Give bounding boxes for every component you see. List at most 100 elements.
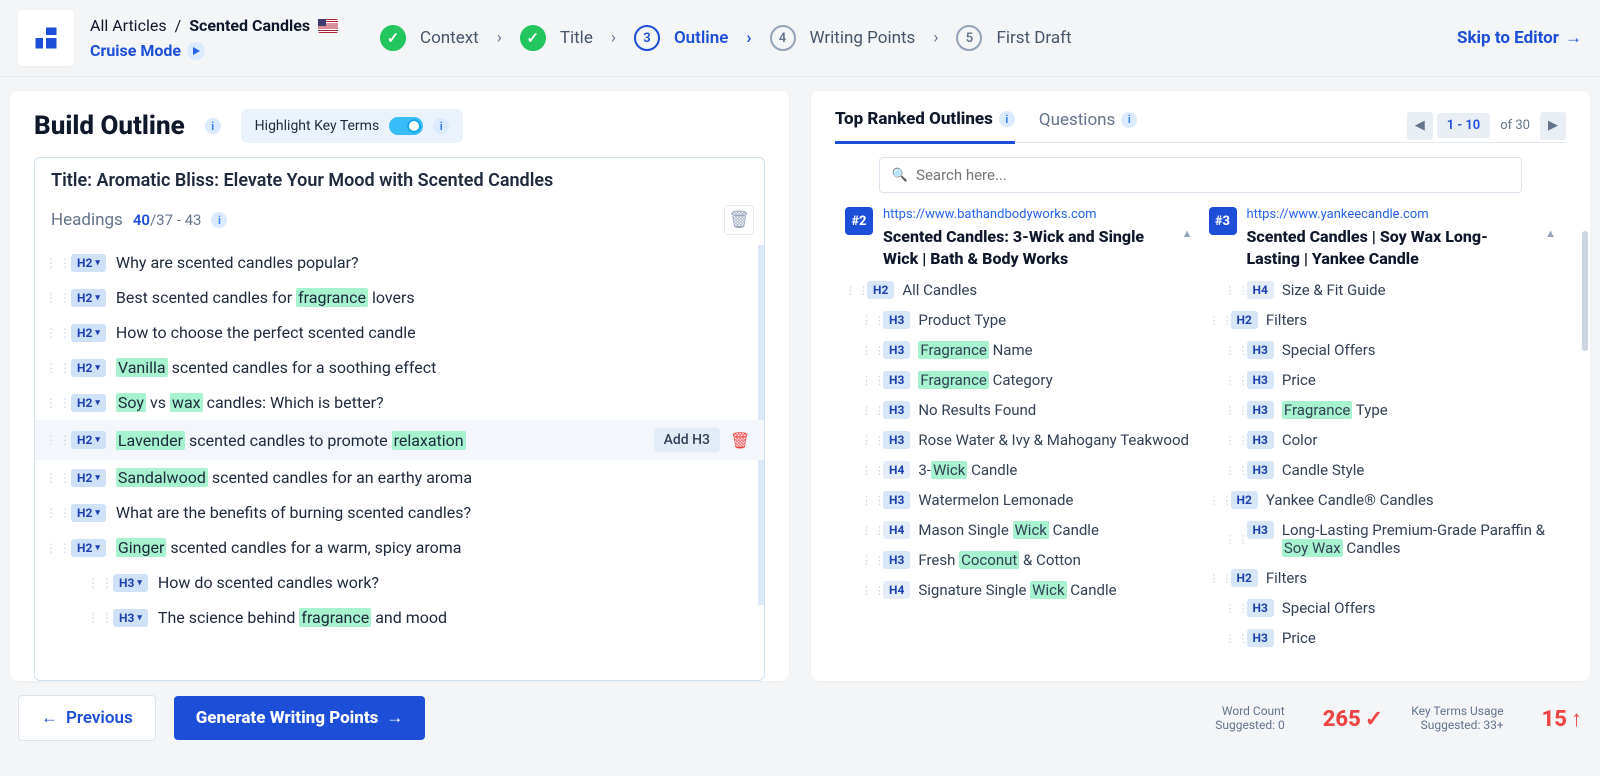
info-icon[interactable]: i <box>205 118 221 134</box>
search-input[interactable] <box>916 166 1509 184</box>
competitor-heading-row[interactable]: ⋮⋮H3Long-Lasting Premium-Grade Paraffin … <box>1209 519 1557 559</box>
delete-all-button[interactable]: 🗑 <box>724 205 754 235</box>
competitor-heading-row[interactable]: ⋮⋮H3Fresh Coconut & Cotton <box>845 549 1193 571</box>
heading-level-dropdown[interactable]: H2 ▾ <box>71 504 106 522</box>
drag-handle-icon[interactable]: ⋮⋮ <box>845 284 859 297</box>
drag-handle-icon[interactable]: ⋮⋮ <box>1225 632 1239 645</box>
drag-handle-icon[interactable]: ⋮⋮ <box>861 404 875 417</box>
competitor-heading-row[interactable]: ⋮⋮H3Price <box>1209 627 1557 649</box>
generate-writing-points-button[interactable]: Generate Writing Points → <box>174 696 426 740</box>
pager-prev-button[interactable]: ◀ <box>1407 112 1433 140</box>
heading-text[interactable]: Why are scented candles popular? <box>116 253 748 272</box>
outline-row[interactable]: ⋮⋮ H3 ▾ The science behind fragrance and m… <box>35 600 764 635</box>
drag-handle-icon[interactable]: ⋮⋮ <box>45 506 61 520</box>
competitor-heading-row[interactable]: ⋮⋮H3Fragrance Name <box>845 339 1193 361</box>
drag-handle-icon[interactable]: ⋮⋮ <box>45 396 61 410</box>
competitor-heading-row[interactable]: ⋮⋮H3Candle Style <box>1209 459 1557 481</box>
drag-handle-icon[interactable]: ⋮⋮ <box>1225 434 1239 447</box>
drag-handle-icon[interactable]: ⋮⋮ <box>45 291 61 305</box>
competitor-heading-row[interactable]: ⋮⋮H4Size & Fit Guide <box>1209 279 1557 301</box>
competitor-heading-row[interactable]: ⋮⋮H4Signature Single Wick Candle <box>845 579 1193 601</box>
drag-handle-icon[interactable]: ⋮⋮ <box>861 314 875 327</box>
heading-text[interactable]: The science behind fragrance and mood <box>158 608 748 627</box>
outline-row[interactable]: ⋮⋮H3 ▾How do scented candles work? <box>35 565 764 600</box>
drag-handle-icon[interactable]: ⋮⋮ <box>1225 602 1239 615</box>
info-icon[interactable]: i <box>1121 112 1137 128</box>
competitor-heading-row[interactable]: ⋮⋮H3Price <box>1209 369 1557 391</box>
competitor-heading-row[interactable]: ⋮⋮H3Fragrance Category <box>845 369 1193 391</box>
drag-handle-icon[interactable]: ⋮⋮ <box>1225 533 1239 546</box>
outline-row[interactable]: ⋮⋮ H2 ▾ How to choose the perfect scented … <box>35 315 764 350</box>
drag-handle-icon[interactable]: ⋮⋮ <box>1209 494 1223 507</box>
drag-handle-icon[interactable]: ⋮⋮ <box>861 464 875 477</box>
breadcrumb-root[interactable]: All Articles <box>90 16 167 35</box>
drag-handle-icon[interactable]: ⋮⋮ <box>861 584 875 597</box>
competitor-heading-row[interactable]: ⋮⋮H3No Results Found <box>845 399 1193 421</box>
search-input-wrapper[interactable]: 🔍 <box>879 157 1522 193</box>
competitor-heading-row[interactable]: ⋮⋮H3Product Type <box>845 309 1193 331</box>
step-outline[interactable]: 3 Outline <box>620 25 742 51</box>
competitor-heading-row[interactable]: ⋮⋮H3Fragrance Type <box>1209 399 1557 421</box>
breadcrumb-current[interactable]: Scented Candles <box>189 16 310 35</box>
drag-handle-icon[interactable]: ⋮⋮ <box>1225 374 1239 387</box>
step-title[interactable]: Title <box>506 25 607 51</box>
app-logo[interactable] <box>18 10 74 66</box>
heading-text[interactable]: What are the benefits of burning scented… <box>116 503 748 522</box>
competitor-heading-row[interactable]: ⋮⋮H3Color <box>1209 429 1557 451</box>
heading-level-dropdown[interactable]: H2 ▾ <box>71 289 106 307</box>
previous-button[interactable]: ← Previous <box>18 695 156 741</box>
toggle-on-icon[interactable] <box>389 117 423 135</box>
heading-text[interactable]: How do scented candles work? <box>158 573 748 592</box>
collapse-icon[interactable]: ▲ <box>1182 207 1193 240</box>
drag-handle-icon[interactable]: ⋮⋮ <box>45 433 61 447</box>
heading-text[interactable]: Soy vs wax candles: Which is better? <box>116 393 748 412</box>
competitor-url[interactable]: https://www.yankeecandle.com <box>1247 207 1536 222</box>
tab-questions[interactable]: Questions i <box>1039 110 1137 142</box>
step-context[interactable]: Context <box>366 25 493 51</box>
competitor-heading-row[interactable]: ⋮⋮H3Rose Water & Ivy & Mahogany Teakwood <box>845 429 1193 451</box>
drag-handle-icon[interactable]: ⋮⋮ <box>45 326 61 340</box>
add-h3-button[interactable]: Add H3 <box>654 428 720 452</box>
outline-row[interactable]: ⋮⋮H2 ▾Sandalwood scented candles for an … <box>35 460 764 495</box>
outline-row[interactable]: ⋮⋮H2 ▾Best scented candles for fragrance… <box>35 280 764 315</box>
pager-next-button[interactable]: ▶ <box>1540 112 1566 140</box>
heading-text[interactable]: How to choose the perfect scented candle <box>116 323 748 342</box>
competitor-heading-row[interactable]: ⋮⋮H3Special Offers <box>1209 597 1557 619</box>
heading-level-dropdown[interactable]: H2 ▾ <box>71 254 106 272</box>
drag-handle-icon[interactable]: ⋮⋮ <box>1209 314 1223 327</box>
drag-handle-icon[interactable]: ⋮⋮ <box>1225 344 1239 357</box>
drag-handle-icon[interactable]: ⋮⋮ <box>45 541 61 555</box>
info-icon[interactable]: i <box>433 118 449 134</box>
heading-level-dropdown[interactable]: H2 ▾ <box>71 539 106 557</box>
outline-row[interactable]: ⋮⋮ H2 ▾ Soy vs wax candles: Which is bette… <box>35 385 764 420</box>
drag-handle-icon[interactable]: ⋮⋮ <box>45 361 61 375</box>
competitor-heading-row[interactable]: ⋮⋮H2All Candles <box>845 279 1193 301</box>
step-first-draft[interactable]: 5 First Draft <box>942 25 1085 51</box>
heading-text[interactable]: Ginger scented candles for a warm, spicy… <box>116 538 748 557</box>
drag-handle-icon[interactable]: ⋮⋮ <box>861 494 875 507</box>
heading-text[interactable]: Sandalwood scented candles for an earthy… <box>116 468 748 487</box>
drag-handle-icon[interactable]: ⋮⋮ <box>45 256 61 270</box>
competitor-heading-row[interactable]: ⋮⋮H43-Wick Candle <box>845 459 1193 481</box>
heading-level-dropdown[interactable]: H3 ▾ <box>113 609 148 627</box>
heading-level-dropdown[interactable]: H2 ▾ <box>71 359 106 377</box>
drag-handle-icon[interactable]: ⋮⋮ <box>861 524 875 537</box>
competitor-heading-row[interactable]: ⋮⋮H2Filters <box>1209 567 1557 589</box>
drag-handle-icon[interactable]: ⋮⋮ <box>87 576 103 590</box>
info-icon[interactable]: i <box>211 212 227 228</box>
heading-text[interactable]: Lavender scented candles to promote rela… <box>116 431 644 450</box>
drag-handle-icon[interactable]: ⋮⋮ <box>861 434 875 447</box>
competitor-heading-row[interactable]: ⋮⋮H3Watermelon Lemonade <box>845 489 1193 511</box>
tab-top-ranked-outlines[interactable]: Top Ranked Outlines i <box>835 109 1015 144</box>
drag-handle-icon[interactable]: ⋮⋮ <box>1225 404 1239 417</box>
skip-to-editor-link[interactable]: Skip to Editor → <box>1457 28 1582 48</box>
drag-handle-icon[interactable]: ⋮⋮ <box>87 611 103 625</box>
heading-level-dropdown[interactable]: H2 ▾ <box>71 394 106 412</box>
drag-handle-icon[interactable]: ⋮⋮ <box>1225 284 1239 297</box>
drag-handle-icon[interactable]: ⋮⋮ <box>861 554 875 567</box>
delete-row-button[interactable]: 🗑 <box>730 431 748 450</box>
heading-level-dropdown[interactable]: H2 ▾ <box>71 324 106 342</box>
outline-row[interactable]: ⋮⋮ H2 ▾ What are the benefits of burning s… <box>35 495 764 530</box>
scrollbar[interactable] <box>1582 231 1588 351</box>
outline-row[interactable]: ⋮⋮ H2 ▾ Why are scented candles popular? <box>35 245 764 280</box>
